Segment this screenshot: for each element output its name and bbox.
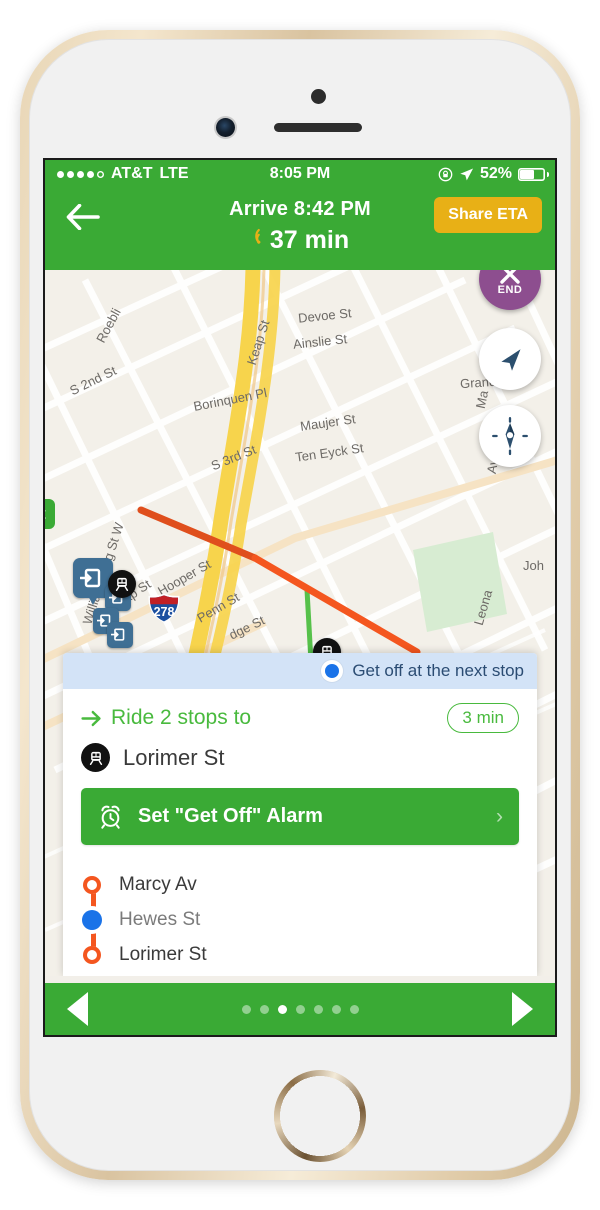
svg-text:278: 278 [154,605,175,619]
battery-percent-label: 52% [479,165,512,182]
page-dot[interactable] [313,1004,323,1014]
enter-icon [107,622,133,648]
location-dot-icon [321,660,344,682]
status-bar: AT&T LTE 8:05 PM 52% [45,160,555,188]
front-camera-icon [216,118,235,137]
ride-summary-row: Ride 2 stops to 3 min [81,703,519,733]
set-get-off-alarm-button[interactable]: Set "Get Off" Alarm › [81,788,519,845]
recenter-location-button[interactable] [479,328,541,390]
compass-icon [492,417,528,456]
bottom-toolbar [45,983,555,1035]
navigation-arrow-icon [501,349,521,371]
stop-list-item[interactable]: Lorimer St [81,937,519,972]
home-button[interactable] [277,1073,363,1159]
screenshot-canvas: AT&T LTE 8:05 PM 52% Arrive 8:42 PM 37 m… [0,0,600,1210]
location-arrow-icon [459,167,474,182]
earpiece-speaker-icon [274,123,362,132]
next-step-button[interactable] [512,992,533,1026]
subway-entrance-pin[interactable] [107,622,133,648]
stop-name: Hewes St [119,908,201,930]
destination-name: Lorimer St [123,744,225,770]
subway-station-marker[interactable] [108,570,136,598]
ride-duration-badge: 3 min [447,703,519,733]
end-button-label: END [497,284,523,296]
destination-row: Lorimer St [81,743,519,772]
status-bar-right: 52% [438,165,549,183]
page-dot[interactable] [241,1004,251,1014]
alarm-clock-icon [101,805,120,829]
page-dot[interactable] [349,1004,359,1014]
train-icon [115,577,129,592]
stop-list-item[interactable]: Marcy Av [81,867,519,902]
page-dot[interactable] [331,1004,341,1014]
share-eta-button[interactable]: Share ETA [434,197,542,233]
stop-ring-icon [81,945,103,964]
ride-summary-left: Ride 2 stops to [81,706,251,730]
arrow-right-icon [81,710,101,726]
map-edge-tag[interactable]: t [45,499,55,529]
alarm-button-label: Set "Get Off" Alarm [138,805,323,827]
get-off-alert-banner[interactable]: Get off at the next stop [63,653,537,689]
stop-list-item[interactable]: Hewes St [81,902,519,937]
stop-ring-icon [81,875,103,894]
phone-screen: AT&T LTE 8:05 PM 52% Arrive 8:42 PM 37 m… [45,160,555,1035]
rotation-lock-icon [438,167,453,182]
battery-icon [518,168,549,181]
alert-banner-text: Get off at the next stop [352,661,524,680]
street-label: Joh [523,558,544,573]
trip-card-body: Ride 2 stops to 3 min Lorimer St Set "Ge… [63,689,537,976]
proximity-sensor-icon [311,89,326,104]
navigation-header: Arrive 8:42 PM 37 min Share ETA [45,188,555,270]
ride-stops-label: Ride 2 stops to [111,706,252,729]
current-stop-dot-icon [81,909,103,930]
highway-shield-278-icon: 278 [146,592,182,624]
trip-detail-card: Get off at the next stop Ride 2 stops to… [63,653,537,976]
stop-name: Marcy Av [119,873,197,895]
stop-name: Lorimer St [119,943,207,965]
page-dot[interactable] [295,1004,305,1014]
map-view[interactable]: Roebli S 2nd St Devoe St Ainslie St Keap St B… [45,270,555,976]
eta-minutes-label: 37 min [269,226,350,254]
stops-list: Marcy Av Hewes St Lorimer St [81,867,519,976]
page-dot[interactable] [277,1004,287,1014]
previous-step-button[interactable] [67,992,88,1026]
page-dot[interactable] [259,1004,269,1014]
train-icon [81,743,110,772]
compass-button[interactable] [479,405,541,467]
chevron-right-icon: › [496,804,503,828]
page-indicator-dots [241,1004,359,1014]
